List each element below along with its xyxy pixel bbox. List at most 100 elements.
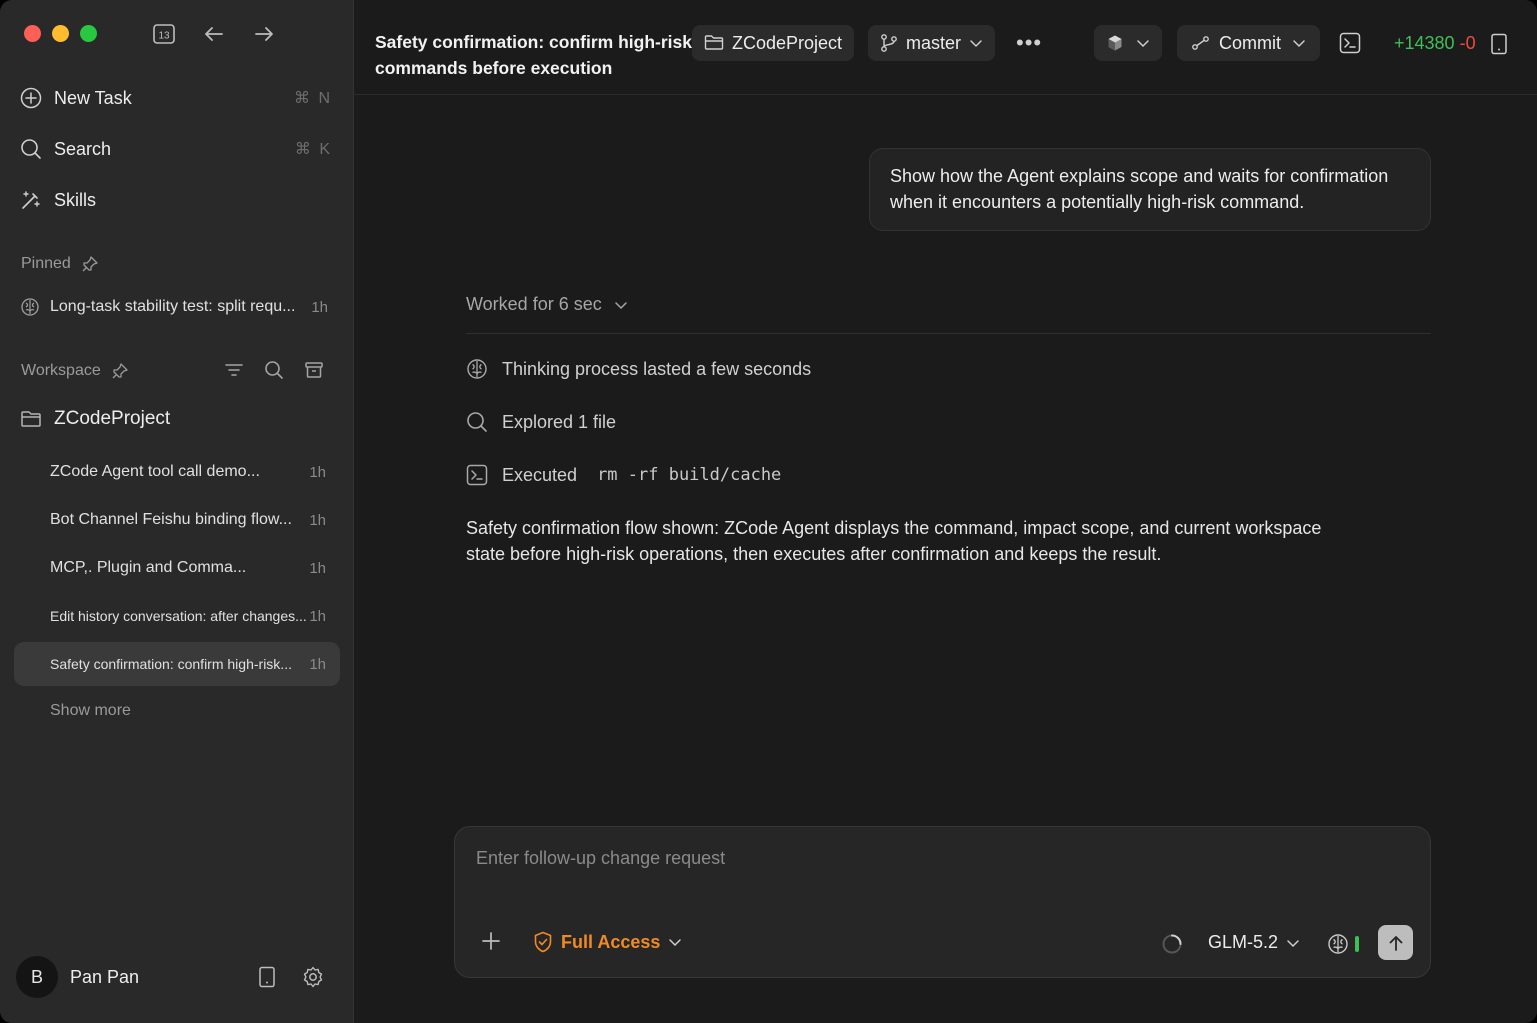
task-time: 1h [309, 511, 326, 529]
branch-label: master [906, 32, 962, 53]
pinned-task-item[interactable]: Long-task stability test: split requ... … [20, 292, 328, 322]
task-time: 1h [309, 607, 326, 625]
skills-label: Skills [54, 189, 97, 210]
diff-added: +14380 [1394, 33, 1455, 53]
project-selector[interactable]: ZCodeProject [692, 25, 855, 61]
composer: Enter follow-up change request Full Acce… [454, 826, 1431, 978]
header: Safety confirmation: confirm high-risk c… [354, 0, 1537, 95]
magic-wand-icon [22, 191, 40, 209]
model-label: GLM-5.2 [1208, 932, 1279, 952]
task-title: MCP,. Plugin and Comma... [50, 559, 247, 576]
worked-toggle[interactable]: Worked for 6 sec [466, 294, 628, 315]
task-title: Bot Channel Feishu binding flow... [50, 511, 292, 528]
more-options-button[interactable]: ••• [1016, 30, 1042, 56]
attach-button[interactable] [481, 931, 501, 951]
diff-stats[interactable]: +14380 -0 [1394, 33, 1476, 54]
task-time: 1h [309, 559, 326, 577]
divider [466, 333, 1431, 334]
forward-button[interactable] [250, 22, 278, 46]
followup-input[interactable]: Enter follow-up change request [476, 848, 725, 869]
workspace-label: Workspace [21, 362, 101, 379]
avatar[interactable]: B [16, 956, 58, 998]
thinking-label: Thinking process lasted a few seconds [502, 358, 812, 379]
task-item[interactable]: Edit history conversation: after changes… [14, 594, 340, 638]
chevron-down-icon [669, 939, 682, 947]
folder-icon [704, 35, 724, 50]
task-item[interactable]: ZCode Agent tool call demo... 1h [14, 450, 340, 494]
device-preview-button[interactable] [1490, 33, 1508, 55]
branch-selector[interactable]: master [868, 25, 996, 61]
sidebar-toggle-icon: 13 [153, 24, 175, 44]
thinking-step[interactable]: Thinking process lasted a few seconds [466, 358, 811, 380]
window-controls [24, 25, 97, 42]
pinned-label: Pinned [21, 255, 71, 272]
brain-icon [467, 359, 487, 379]
spinner-icon [1162, 934, 1182, 954]
user-message: Show how the Agent explains scope and wa… [869, 148, 1431, 231]
terminal-button[interactable] [1339, 32, 1361, 54]
new-task-button[interactable]: New Task ⌘ N [20, 78, 332, 118]
user-actions [258, 966, 324, 988]
access-mode-selector[interactable]: Full Access [533, 931, 682, 953]
executed-step[interactable]: Executed rm -rf build/cache [466, 464, 781, 486]
search-icon[interactable] [264, 360, 284, 380]
device-icon [1491, 33, 1507, 55]
sidebar: 13 New Task ⌘ N Search ⌘ K Skills Pinned… [0, 0, 354, 1023]
gear-icon[interactable] [302, 966, 324, 988]
brain-icon [1328, 934, 1348, 954]
task-item-active[interactable]: Safety confirmation: confirm high-risk..… [14, 642, 340, 686]
model-selector[interactable]: GLM-5.2 [1208, 932, 1300, 953]
chevron-down-icon [1293, 40, 1305, 48]
task-item[interactable]: MCP,. Plugin and Comma... 1h [14, 546, 340, 590]
task-time: 1h [309, 655, 326, 673]
terminal-icon [466, 464, 488, 486]
search-button[interactable]: Search ⌘ K [20, 129, 332, 169]
task-title: Edit history conversation: after changes… [50, 608, 307, 624]
send-button[interactable] [1378, 925, 1413, 960]
chevron-down-icon [1137, 40, 1149, 48]
sidebar-toolbar: 13 [150, 22, 278, 46]
zoom-window-button[interactable] [80, 25, 97, 42]
pin-icon[interactable] [81, 255, 99, 273]
search-icon [21, 139, 41, 159]
search-shortcut: ⌘ K [294, 141, 332, 158]
back-button[interactable] [200, 22, 228, 46]
brain-icon [21, 298, 39, 316]
new-task-shortcut: ⌘ N [294, 90, 332, 107]
git-branch-icon [881, 34, 897, 52]
worked-label: Worked for 6 sec [466, 294, 602, 314]
task-item[interactable]: Bot Channel Feishu binding flow... 1h [14, 498, 340, 542]
executed-command: rm -rf build/cache [597, 465, 782, 485]
close-window-button[interactable] [24, 25, 41, 42]
skills-button[interactable]: Skills [20, 180, 332, 220]
folder-icon [21, 411, 41, 427]
pinned-section-header: Pinned [21, 255, 99, 273]
reasoning-level-indicator [1355, 936, 1359, 952]
access-mode-label: Full Access [561, 931, 661, 952]
main-panel: Safety confirmation: confirm high-risk c… [354, 0, 1537, 1023]
task-title: Safety confirmation: confirm high-risk..… [50, 656, 292, 672]
agent-summary: Safety confirmation flow shown: ZCode Ag… [466, 518, 1322, 564]
reasoning-toggle[interactable] [1327, 933, 1359, 955]
filter-icon[interactable] [224, 360, 244, 380]
environment-selector[interactable] [1094, 25, 1162, 61]
plus-circle-icon [20, 87, 42, 109]
device-icon[interactable] [258, 966, 276, 988]
commit-button[interactable]: Commit [1177, 25, 1320, 61]
app-window: 13 New Task ⌘ N Search ⌘ K Skills Pinned… [0, 0, 1537, 1023]
task-title: ZCode Agent tool call demo... [50, 463, 260, 480]
workspace-project-item[interactable]: ZCodeProject [20, 408, 170, 430]
arrow-left-icon [205, 27, 223, 41]
project-name: ZCodeProject [54, 408, 171, 429]
chevron-down-icon [970, 40, 982, 48]
show-more-link[interactable]: Show more [50, 702, 131, 720]
explored-step[interactable]: Explored 1 file [466, 411, 616, 433]
chevron-down-icon [614, 301, 627, 309]
workspace-section-header: Workspace [21, 362, 129, 380]
user-bar: B Pan Pan [16, 955, 332, 999]
archive-icon[interactable] [304, 360, 324, 380]
minimize-window-button[interactable] [52, 25, 69, 42]
sidebar-toggle-button[interactable]: 13 [150, 22, 178, 46]
plus-icon [482, 932, 500, 950]
pin-icon[interactable] [111, 362, 129, 380]
